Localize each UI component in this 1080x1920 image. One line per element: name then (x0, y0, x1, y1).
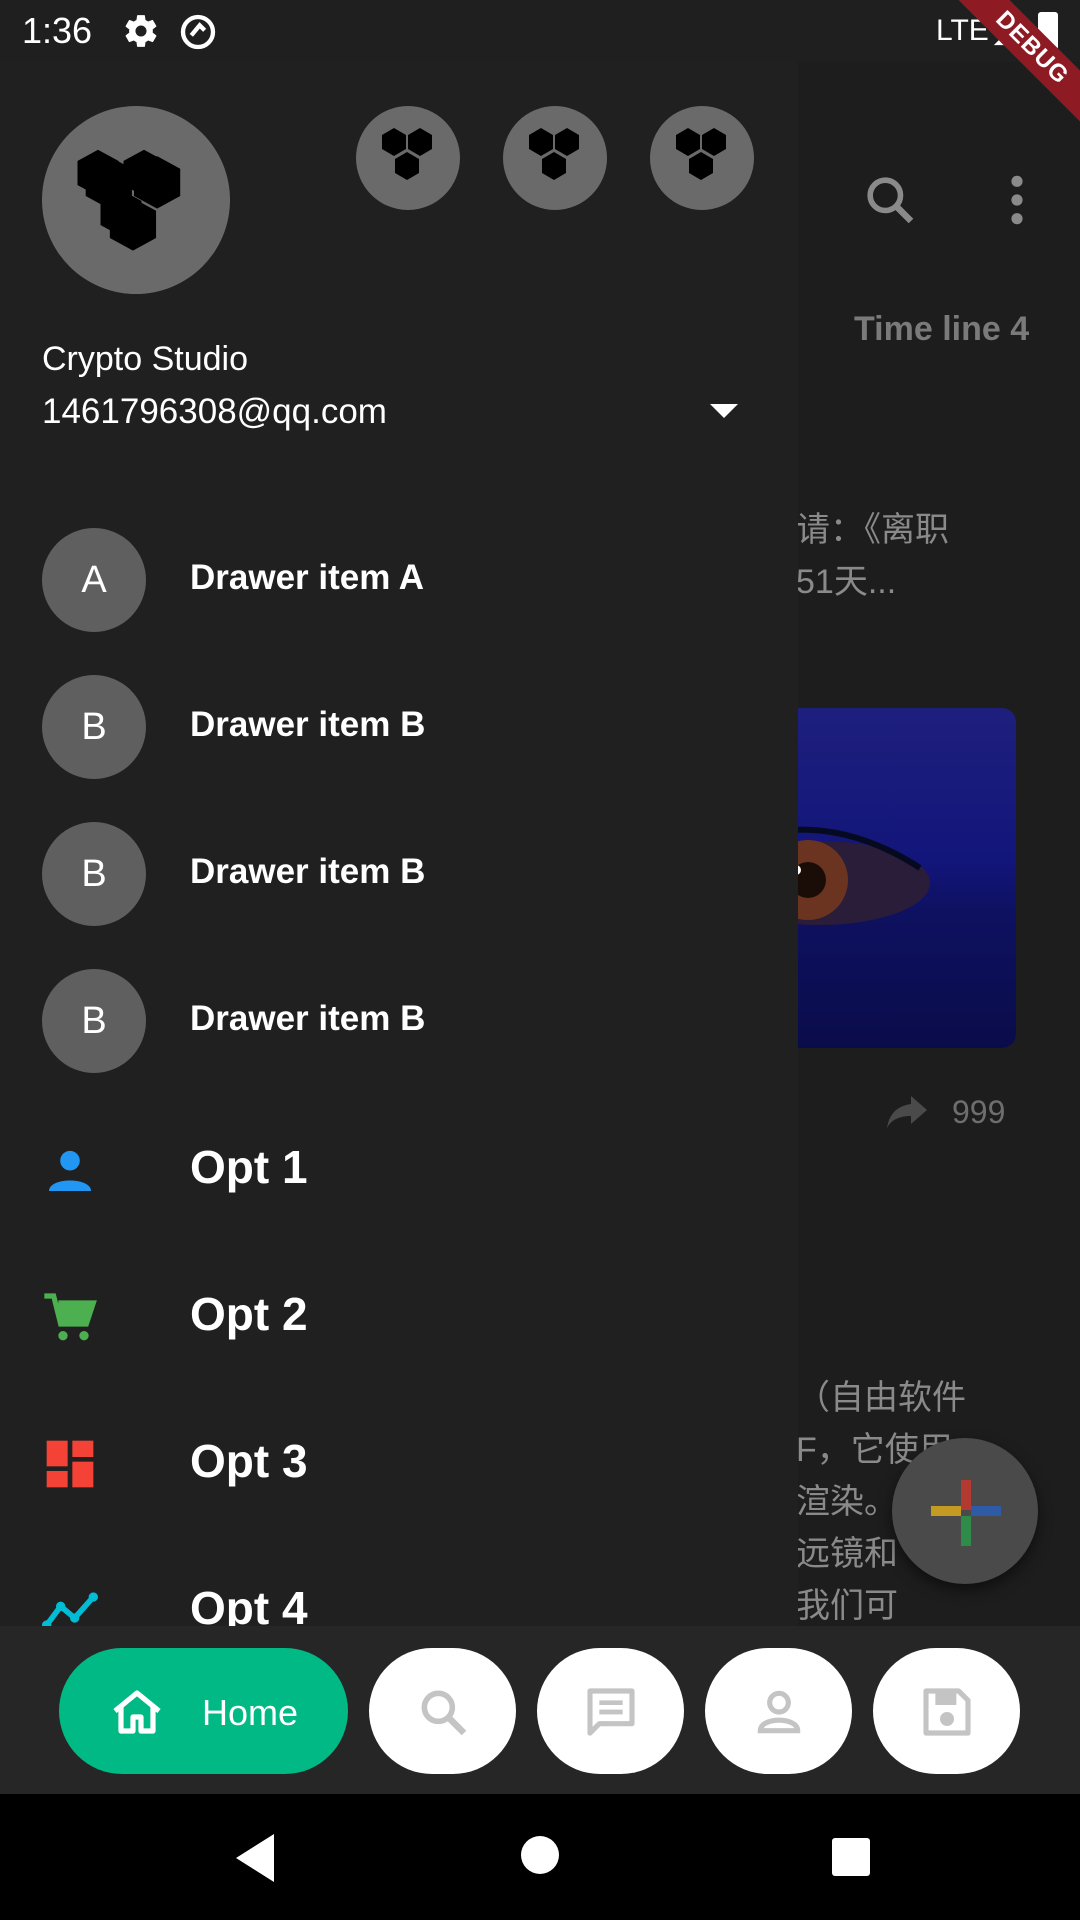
hexagon-logo-icon (529, 128, 579, 180)
settings-gear-icon (125, 15, 157, 47)
bottom-navigation: Home (0, 1626, 1080, 1794)
drawer-option-2[interactable]: Opt 2 (0, 1243, 798, 1389)
person-icon (49, 1150, 91, 1191)
nav-home-button[interactable]: Home (59, 1648, 348, 1774)
post-text: 51天... (796, 563, 897, 601)
drawer-option-3[interactable]: Opt 3 (0, 1390, 798, 1536)
account-name: Crypto Studio (42, 340, 248, 378)
item-label: Drawer item A (190, 558, 425, 597)
item-avatar: B (42, 675, 146, 779)
system-navigation-bar (0, 1794, 1080, 1920)
drawer-item-b[interactable]: B Drawer item B (0, 949, 798, 1095)
message-icon (587, 1688, 635, 1736)
drawer-item-b[interactable]: B Drawer item B (0, 655, 798, 801)
drawer-item-a[interactable]: A Drawer item A (0, 508, 798, 654)
nav-messages-button[interactable] (537, 1648, 684, 1774)
plus-icon (931, 1480, 1001, 1546)
option-label: Opt 1 (190, 1141, 308, 1193)
home-circle-icon[interactable] (521, 1836, 559, 1874)
hexagon-logo-icon (74, 146, 181, 251)
navigation-drawer: Crypto Studio 1461796308@qq.com A Drawer… (0, 62, 798, 1626)
nav-save-button[interactable] (873, 1648, 1020, 1774)
nav-search-button[interactable] (369, 1648, 516, 1774)
option-label: Opt 3 (190, 1435, 308, 1487)
hexagon-logo-icon (382, 128, 432, 180)
status-bar: 1:36 LTE (0, 0, 1080, 62)
item-avatar: B (42, 822, 146, 926)
post-text: 请：《离职 (796, 511, 949, 549)
other-account-avatar[interactable] (356, 106, 460, 210)
option-label: Opt 4 (190, 1582, 308, 1626)
person-icon (757, 1690, 801, 1734)
item-label: Drawer item B (190, 999, 426, 1038)
search-icon (867, 177, 914, 224)
hexagon-logo-icon (676, 128, 726, 180)
drawer-option-1[interactable]: Opt 1 (0, 1096, 798, 1242)
drawer-option-4[interactable]: Opt 4 (0, 1537, 798, 1626)
post-text: 远镜和 (796, 1535, 898, 1573)
more-vert-icon (1011, 175, 1023, 225)
timeline-icon (42, 1592, 98, 1626)
add-fab-button[interactable] (892, 1438, 1038, 1584)
item-label: Drawer item B (190, 705, 426, 744)
dashboard-icon (46, 1440, 94, 1488)
nav-home-label: Home (202, 1692, 299, 1733)
cart-icon (44, 1293, 97, 1341)
nav-profile-button[interactable] (705, 1648, 852, 1774)
status-time: 1:36 (22, 10, 93, 51)
item-label: Drawer item B (190, 852, 426, 891)
recents-icon[interactable] (832, 1838, 870, 1876)
tab-timeline-4: Time line 4 (854, 310, 1030, 348)
sync-status-icon (180, 14, 216, 50)
drawer-item-b[interactable]: B Drawer item B (0, 802, 798, 948)
share-icon (887, 1096, 927, 1128)
post-image (760, 708, 1016, 1048)
eye-image (760, 826, 930, 925)
search-icon (421, 1690, 467, 1736)
account-email: 1461796308@qq.com (42, 392, 387, 431)
home-icon (113, 1690, 161, 1734)
item-avatar: A (42, 528, 146, 632)
post-text: （自由软件 (796, 1379, 966, 1417)
share-count: 999 (952, 1094, 1006, 1130)
account-dropdown-icon[interactable] (710, 404, 738, 418)
account-avatar[interactable] (42, 106, 230, 294)
option-label: Opt 2 (190, 1288, 308, 1340)
post-text: 我们可 (796, 1587, 898, 1625)
save-icon (923, 1688, 971, 1736)
item-avatar: B (42, 969, 146, 1073)
other-account-avatar[interactable] (503, 106, 607, 210)
back-icon[interactable] (236, 1834, 274, 1882)
other-account-avatar[interactable] (650, 106, 754, 210)
